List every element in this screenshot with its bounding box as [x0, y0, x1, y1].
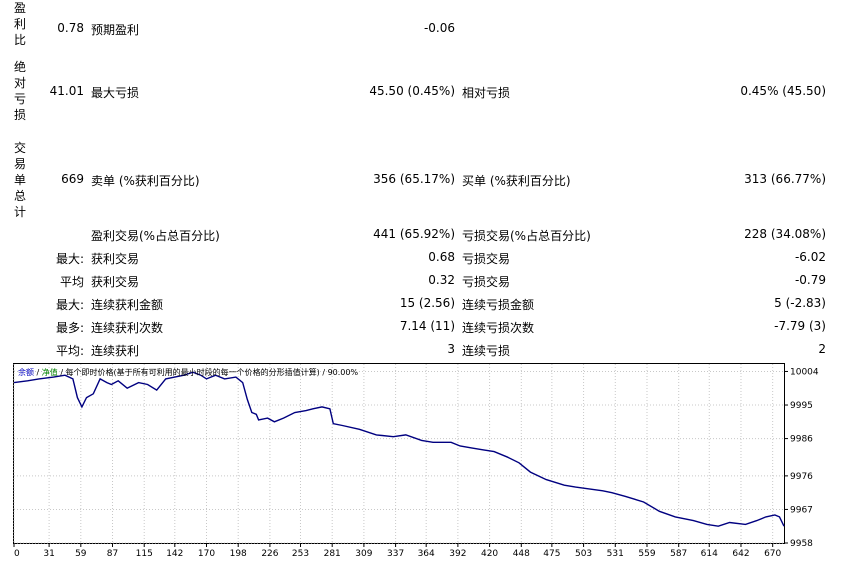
relative-drawdown-value: 0.45% (45.50) — [740, 84, 826, 98]
max-consec-profit-value: 15 (2.56) — [399, 296, 455, 310]
plot-area — [13, 363, 785, 544]
y-tick-label: 9995 — [790, 401, 813, 411]
max-consec-wins-value: 7.14 (11) — [399, 319, 455, 333]
max-consec-wins-label: 连续获利次数 — [91, 321, 164, 335]
max-consec-count-prefix: 最多: — [55, 321, 84, 335]
side-label-profit-factor: 盈利比 — [13, 1, 26, 47]
y-tick-label: 9958 — [790, 539, 813, 549]
max-drawdown-value: 45.50 (0.45%) — [369, 84, 455, 98]
x-tick-label: 614 — [701, 549, 718, 559]
x-tick-label: 475 — [543, 549, 560, 559]
expected-payoff-value: -0.06 — [423, 21, 455, 35]
max-drawdown-label: 最大亏损 — [91, 86, 140, 100]
side-label-total-trades: 交易单总计 — [13, 141, 26, 219]
short-positions-label: 卖单 (%获利百分比) — [91, 174, 200, 188]
x-tick-label: 170 — [198, 549, 215, 559]
absolute-drawdown-value: 41.01 — [49, 84, 84, 98]
average-loss-label: 亏损交易 — [462, 275, 511, 289]
largest-prefix: 最大: — [55, 252, 84, 266]
side-label-absolute-drawdown: 绝对亏损 — [13, 60, 26, 122]
y-tick-label: 9986 — [790, 435, 813, 445]
x-tick-label: 670 — [764, 549, 781, 559]
largest-loss-label: 亏损交易 — [462, 252, 511, 266]
x-axis-ticks: 0 31 59 87 115 142 170 198 226 253 281 309 337 364 392… — [13, 543, 782, 559]
x-tick-label: 0 — [14, 549, 20, 559]
x-tick-label: 559 — [638, 549, 655, 559]
header-desc: / 每个即时价格(基于所有可利用的最小时段的每一个价格的分形插值计算) / 90… — [58, 367, 359, 377]
avg-consec-wins-value: 3 — [447, 342, 455, 356]
x-tick-label: 87 — [107, 549, 118, 559]
largest-profit-value: 0.68 — [428, 250, 455, 264]
max-consec-loss-label: 连续亏损金额 — [462, 298, 535, 312]
largest-profit-label: 获利交易 — [91, 252, 140, 266]
x-tick-label: 281 — [324, 549, 341, 559]
x-tick-label: 642 — [732, 549, 749, 559]
loss-trades-label: 亏损交易(%占总百分比) — [462, 229, 591, 243]
long-positions-value: 313 (66.77%) — [744, 172, 826, 186]
x-tick-label: 59 — [75, 549, 87, 559]
max-consec-loss-value: 5 (-2.83) — [774, 296, 826, 310]
x-tick-label: 309 — [355, 549, 372, 559]
x-tick-label: 503 — [575, 549, 592, 559]
profit-factor-value: 0.78 — [57, 21, 84, 35]
largest-loss-value: -6.02 — [794, 250, 826, 264]
short-positions-value: 356 (65.17%) — [373, 172, 455, 186]
x-tick-label: 420 — [481, 549, 498, 559]
average-loss-value: -0.79 — [794, 273, 826, 287]
max-consec-profit-label: 连续获利金额 — [91, 298, 164, 312]
x-tick-label: 226 — [261, 549, 278, 559]
max-consec-prefix: 最大: — [55, 298, 84, 312]
max-consec-losses-label: 连续亏损次数 — [462, 321, 535, 335]
profit-trades-label: 盈利交易(%占总百分比) — [91, 229, 220, 243]
y-tick-label: 10004 — [790, 367, 819, 377]
x-tick-label: 448 — [513, 549, 530, 559]
average-profit-value: 0.32 — [428, 273, 455, 287]
expected-payoff-label: 预期盈利 — [91, 23, 140, 37]
y-tick-label: 9976 — [790, 472, 813, 482]
chart-header: 余额 / 净值 / 每个即时价格(基于所有可利用的最小时段的每一个价格的分形插值… — [18, 367, 358, 377]
x-tick-label: 364 — [418, 549, 435, 559]
avg-consec-wins-label: 连续获利 — [91, 344, 140, 358]
y-axis-ticks: 10004 9995 9986 9976 9967 9958 — [784, 367, 819, 549]
avg-consec-losses-label: 连续亏损 — [462, 344, 511, 358]
average-profit-label: 获利交易 — [91, 275, 140, 289]
profit-trades-value: 441 (65.92%) — [373, 227, 455, 241]
x-tick-label: 392 — [449, 549, 466, 559]
loss-trades-value: 228 (34.08%) — [744, 227, 826, 241]
x-tick-label: 198 — [230, 549, 247, 559]
header-sep: / — [34, 368, 42, 377]
x-tick-label: 115 — [136, 549, 153, 559]
total-trades-value: 669 — [61, 172, 84, 186]
x-tick-label: 531 — [607, 549, 624, 559]
x-tick-label: 587 — [670, 549, 687, 559]
equity-legend: 净值 — [42, 367, 58, 377]
x-tick-label: 142 — [166, 549, 183, 559]
avg-consec-losses-value: 2 — [818, 342, 826, 356]
balance-legend: 余额 — [18, 367, 34, 377]
x-tick-label: 31 — [43, 549, 54, 559]
max-consec-losses-value: -7.79 (3) — [774, 319, 826, 333]
average-prefix: 平均 — [59, 275, 84, 289]
relative-drawdown-label: 相对亏损 — [462, 86, 511, 100]
equity-chart: 0 31 59 87 115 142 170 198 226 253 281 309 337 364 392… — [13, 363, 841, 567]
avg-consec-prefix: 平均: — [55, 344, 84, 358]
long-positions-label: 买单 (%获利百分比) — [462, 174, 571, 188]
y-tick-label: 9967 — [790, 505, 813, 515]
equity-chart-svg: 0 31 59 87 115 142 170 198 226 253 281 309 337 364 392… — [13, 363, 819, 559]
x-tick-label: 337 — [387, 549, 404, 559]
x-tick-label: 253 — [292, 549, 309, 559]
